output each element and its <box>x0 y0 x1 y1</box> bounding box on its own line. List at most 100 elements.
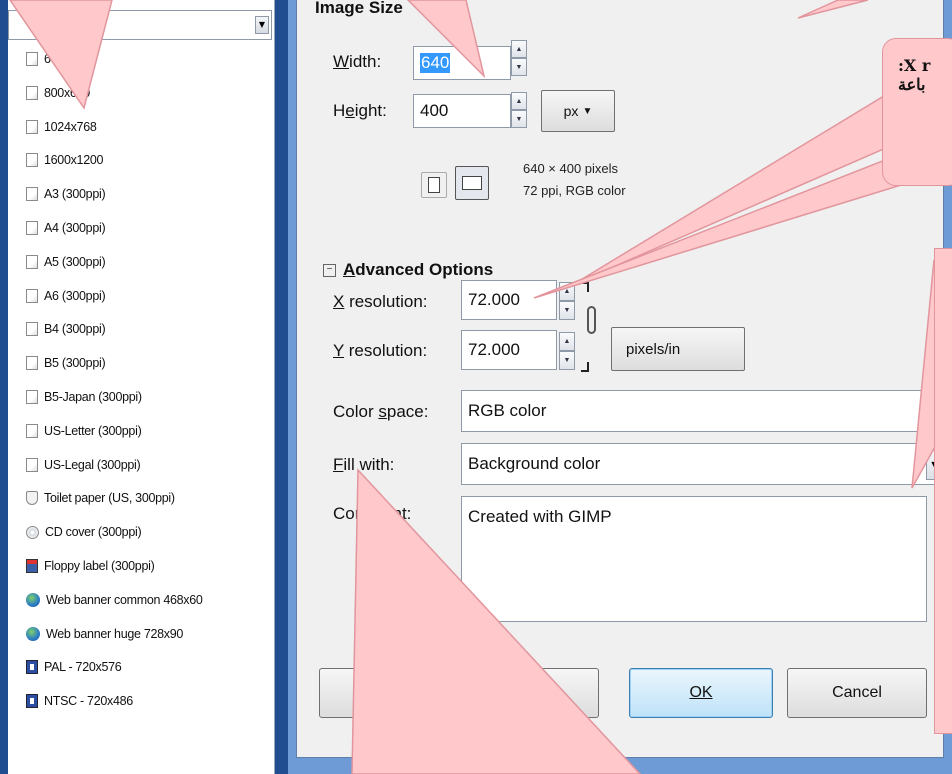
template-item-label: 1600x1200 <box>44 153 104 168</box>
fill-with-select[interactable]: Background color ▼ <box>461 443 945 485</box>
width-spinner[interactable]: ▲ ▼ <box>511 40 527 76</box>
width-input[interactable]: 640 <box>413 46 511 80</box>
spin-up-icon[interactable]: ▲ <box>559 332 575 351</box>
callout-text: :X r باعة <box>898 56 952 94</box>
template-item[interactable]: NTSC - 720x486 <box>26 688 133 714</box>
template-item-label: A3 (300ppi) <box>44 187 106 202</box>
x-resolution-value: 72.000 <box>468 290 520 309</box>
fill-with-value: Background color <box>468 454 601 473</box>
callout-text-line1: :X r <box>898 56 931 75</box>
template-item[interactable]: B5-Japan (300ppi) <box>26 384 142 410</box>
template-item-label: CD cover (300ppi) <box>45 525 142 540</box>
height-label: Height: <box>333 101 387 120</box>
help-button[interactable] <box>319 668 599 718</box>
template-item[interactable]: US-Letter (300ppi) <box>26 418 142 444</box>
chain-bracket-top <box>581 282 589 292</box>
template-item[interactable]: 1024x768 <box>26 114 97 140</box>
toilet-paper-icon <box>26 491 38 506</box>
dialog-body: Image Size Width: 640 ▲ ▼ Height: 400 ▲ ▼ … <box>296 0 945 758</box>
cd-icon <box>26 525 39 539</box>
x-resolution-input[interactable]: 72.000 <box>461 280 557 320</box>
color-space-label: Color space: <box>333 402 429 421</box>
template-item[interactable]: A3 (300ppi) <box>26 181 106 207</box>
page-icon <box>26 187 38 202</box>
unit-select[interactable]: px ▼ <box>541 90 615 132</box>
height-spinner[interactable]: ▲ ▼ <box>511 92 527 128</box>
spin-down-icon[interactable]: ▼ <box>511 110 527 128</box>
page-icon <box>26 153 38 168</box>
ok-label: OK <box>689 684 713 701</box>
width-label: Width: <box>333 52 382 71</box>
template-combo[interactable]: ▼ <box>8 10 272 40</box>
spin-down-icon[interactable]: ▼ <box>559 301 575 320</box>
template-item[interactable]: A5 (300ppi) <box>26 249 106 275</box>
image-info: 640 × 400 pixels 72 ppi, RGB color <box>523 158 626 202</box>
template-item[interactable]: Floppy label (300ppi) <box>26 553 155 579</box>
template-item-label: Web banner common 468x60 <box>46 592 203 607</box>
y-resolution-value: 72.000 <box>468 340 520 359</box>
page-icon <box>26 119 38 134</box>
spin-up-icon[interactable]: ▲ <box>511 40 527 58</box>
template-item[interactable]: Web banner common 468x60 <box>26 587 203 613</box>
image-size-heading: Image Size <box>315 0 403 17</box>
height-input[interactable]: 400 <box>413 94 511 128</box>
cancel-button[interactable]: Cancel <box>787 668 927 718</box>
template-item-label: PAL - 720x576 <box>44 660 122 675</box>
template-item[interactable]: Toilet paper (US, 300ppi) <box>26 485 175 511</box>
comment-textarea[interactable]: Created with GIMP <box>461 496 927 622</box>
spin-up-icon[interactable]: ▲ <box>559 282 575 301</box>
template-item-label: B4 (300ppi) <box>44 322 106 337</box>
resolution-unit-select[interactable]: pixels/in <box>611 327 745 371</box>
template-item[interactable]: A4 (300ppi) <box>26 215 106 241</box>
page-icon <box>26 322 38 337</box>
template-item-label: A6 (300ppi) <box>44 288 106 303</box>
template-dropdown-list[interactable]: ▼ 640x480 800x600 1024x768 1600x1200 A3 (300… <box>8 0 275 774</box>
template-item-label: Toilet paper (US, 300ppi) <box>44 491 175 506</box>
page-icon <box>26 288 38 303</box>
video-icon <box>26 660 38 675</box>
template-item[interactable]: PAL - 720x576 <box>26 654 122 680</box>
y-resolution-label: Y resolution: <box>333 341 428 360</box>
template-item[interactable]: A6 (300ppi) <box>26 283 106 309</box>
y-resolution-input[interactable]: 72.000 <box>461 330 557 370</box>
spin-down-icon[interactable]: ▼ <box>559 351 575 370</box>
template-item-label: NTSC - 720x486 <box>44 694 133 709</box>
color-space-value: RGB color <box>468 401 547 420</box>
template-item-label: 1024x768 <box>44 119 97 134</box>
advanced-options-heading[interactable]: Advanced Options <box>343 260 493 280</box>
template-item[interactable]: B5 (300ppi) <box>26 350 106 376</box>
template-item[interactable]: 800x600 <box>26 80 90 106</box>
ok-button[interactable]: OK <box>629 668 773 718</box>
page-icon <box>26 52 38 66</box>
portrait-button[interactable] <box>421 172 447 198</box>
landscape-button[interactable] <box>455 166 489 200</box>
x-resolution-spinner[interactable]: ▲ ▼ <box>559 282 575 320</box>
unit-value: px <box>563 103 579 119</box>
template-item-label: B5 (300ppi) <box>44 356 106 371</box>
template-item[interactable]: CD cover (300ppi) <box>26 519 142 545</box>
template-item-label: A5 (300ppi) <box>44 254 106 269</box>
template-item-label: US-Legal (300ppi) <box>44 457 141 472</box>
globe-icon <box>26 626 40 641</box>
page-icon <box>26 423 38 438</box>
resolution-unit-value: pixels/in <box>626 340 681 358</box>
create-image-dialog: Image Size Width: 640 ▲ ▼ Height: 400 ▲ ▼ … <box>288 0 952 774</box>
page-icon <box>26 85 38 100</box>
chevron-down-icon: ▼ <box>582 105 593 117</box>
template-item[interactable]: US-Legal (300ppi) <box>26 452 141 478</box>
template-item[interactable]: 640x480 <box>26 46 90 72</box>
chevron-down-icon[interactable]: ▼ <box>255 16 269 34</box>
y-resolution-spinner[interactable]: ▲ ▼ <box>559 332 575 370</box>
color-space-select[interactable]: RGB color ▼ <box>461 390 945 432</box>
collapse-icon[interactable]: − <box>323 264 336 277</box>
spin-up-icon[interactable]: ▲ <box>511 92 527 110</box>
template-item[interactable]: 1600x1200 <box>26 147 103 173</box>
spin-down-icon[interactable]: ▼ <box>511 58 527 76</box>
template-item-label: 640x480 <box>44 52 90 66</box>
template-item-label: Floppy label (300ppi) <box>44 559 155 573</box>
template-item[interactable]: B4 (300ppi) <box>26 316 106 342</box>
globe-icon <box>26 592 40 607</box>
comment-label: Comment: <box>333 504 412 523</box>
chain-link-icon[interactable] <box>587 306 596 334</box>
template-item[interactable]: Web banner huge 728x90 <box>26 621 183 647</box>
